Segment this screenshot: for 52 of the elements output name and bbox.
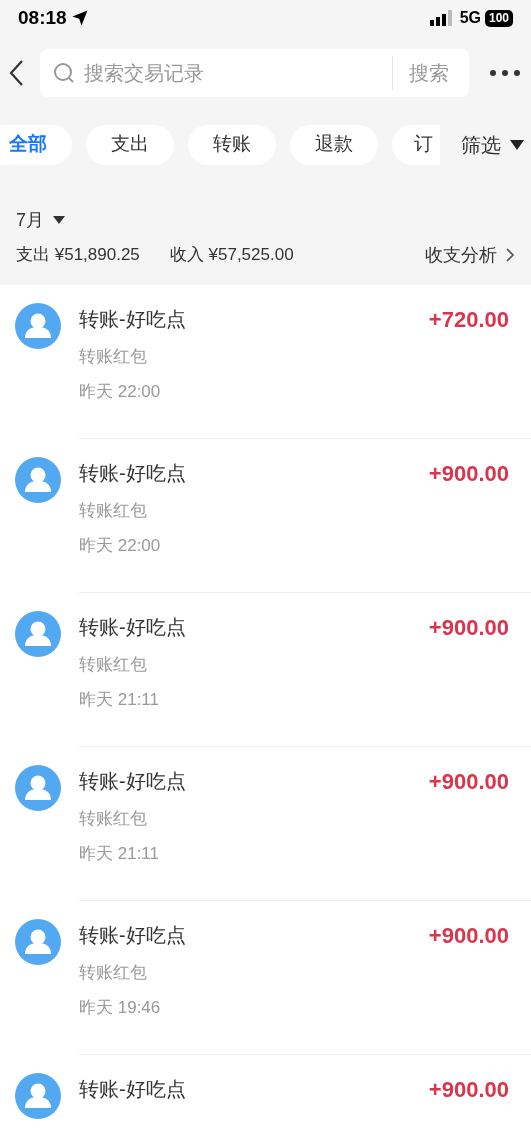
transaction-title: 转账-好吃点 — [79, 307, 186, 332]
avatar-icon — [15, 764, 61, 811]
chevron-right-icon — [505, 247, 515, 263]
transaction-amount: +900.00 — [428, 1075, 509, 1104]
transaction-title: 转账-好吃点 — [79, 769, 186, 794]
transaction-time: 昨天 22:00 — [79, 381, 161, 403]
transaction-row[interactable]: 转账-好吃点 +900.00 转账红包 昨天 22:00 — [0, 438, 531, 593]
transaction-title: 转账-好吃点 — [79, 1077, 186, 1102]
transaction-note: 转账红包 — [79, 345, 147, 368]
dropdown-icon — [52, 215, 66, 225]
transaction-time: 昨天 21:11 — [79, 843, 159, 865]
avatar-icon — [15, 610, 61, 657]
dropdown-icon — [509, 138, 525, 151]
transaction-note: 转账红包 — [79, 499, 147, 522]
avatar-icon — [15, 1072, 61, 1119]
avatar-icon — [15, 918, 61, 965]
battery-indicator: 100 — [484, 9, 513, 27]
avatar-icon — [15, 302, 61, 349]
transaction-row[interactable]: 转账-好吃点 +900.00 — [0, 1054, 531, 1129]
transaction-note: 转账红包 — [79, 961, 147, 984]
transaction-amount: +900.00 — [428, 459, 509, 488]
transaction-time: 昨天 22:00 — [79, 535, 161, 557]
filter-chip[interactable]: 全部 — [0, 124, 72, 165]
transaction-amount: +900.00 — [428, 767, 509, 796]
analysis-link[interactable]: 收支分析 — [425, 241, 515, 269]
filter-chip[interactable]: 支出 — [86, 124, 174, 165]
location-icon — [70, 9, 89, 28]
transaction-amount: +720.00 — [428, 305, 509, 334]
transaction-amount: +900.00 — [428, 921, 509, 950]
filter-button[interactable]: 筛选 — [461, 129, 525, 160]
transaction-title: 转账-好吃点 — [79, 923, 186, 948]
transaction-row[interactable]: 转账-好吃点 +900.00 转账红包 昨天 21:11 — [0, 592, 531, 747]
transaction-row[interactable]: 转账-好吃点 +900.00 转账红包 昨天 19:46 — [0, 900, 531, 1055]
transaction-row[interactable]: 转账-好吃点 +900.00 转账红包 昨天 21:11 — [0, 746, 531, 901]
transaction-amount: +900.00 — [428, 613, 509, 642]
transaction-time: 昨天 21:11 — [79, 689, 159, 711]
transaction-title: 转账-好吃点 — [79, 615, 186, 640]
status-time: 08:18 — [18, 6, 67, 30]
filter-chip[interactable]: 转账 — [188, 124, 276, 165]
filter-chip[interactable]: 订 — [392, 124, 440, 165]
filter-chip[interactable]: 退款 — [290, 124, 378, 165]
month-selector[interactable]: 7月 — [16, 206, 66, 234]
transaction-time: 昨天 19:46 — [79, 997, 161, 1019]
transaction-title: 转账-好吃点 — [79, 461, 186, 486]
income-total: 收入 ¥57,525.00 — [169, 244, 294, 267]
transaction-note: 转账红包 — [79, 807, 147, 830]
search-icon — [52, 60, 76, 85]
transaction-row[interactable]: 转账-好吃点 +720.00 转账红包 昨天 22:00 — [0, 284, 531, 439]
transaction-note: 转账红包 — [79, 653, 147, 676]
expense-total: 支出 ¥51,890.25 — [16, 244, 140, 267]
avatar-icon — [15, 456, 61, 503]
network-label: 5G — [459, 8, 481, 29]
